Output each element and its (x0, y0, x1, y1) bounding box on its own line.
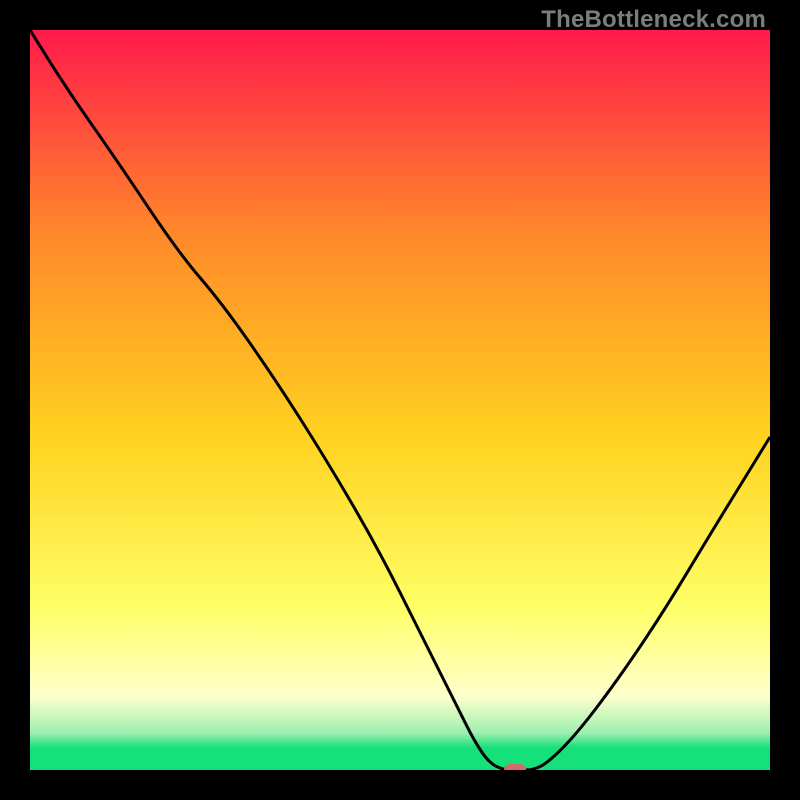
optimal-marker (504, 764, 526, 770)
bottleneck-curve (30, 30, 770, 770)
chart-frame: TheBottleneck.com (0, 0, 800, 800)
plot-area (30, 30, 770, 770)
